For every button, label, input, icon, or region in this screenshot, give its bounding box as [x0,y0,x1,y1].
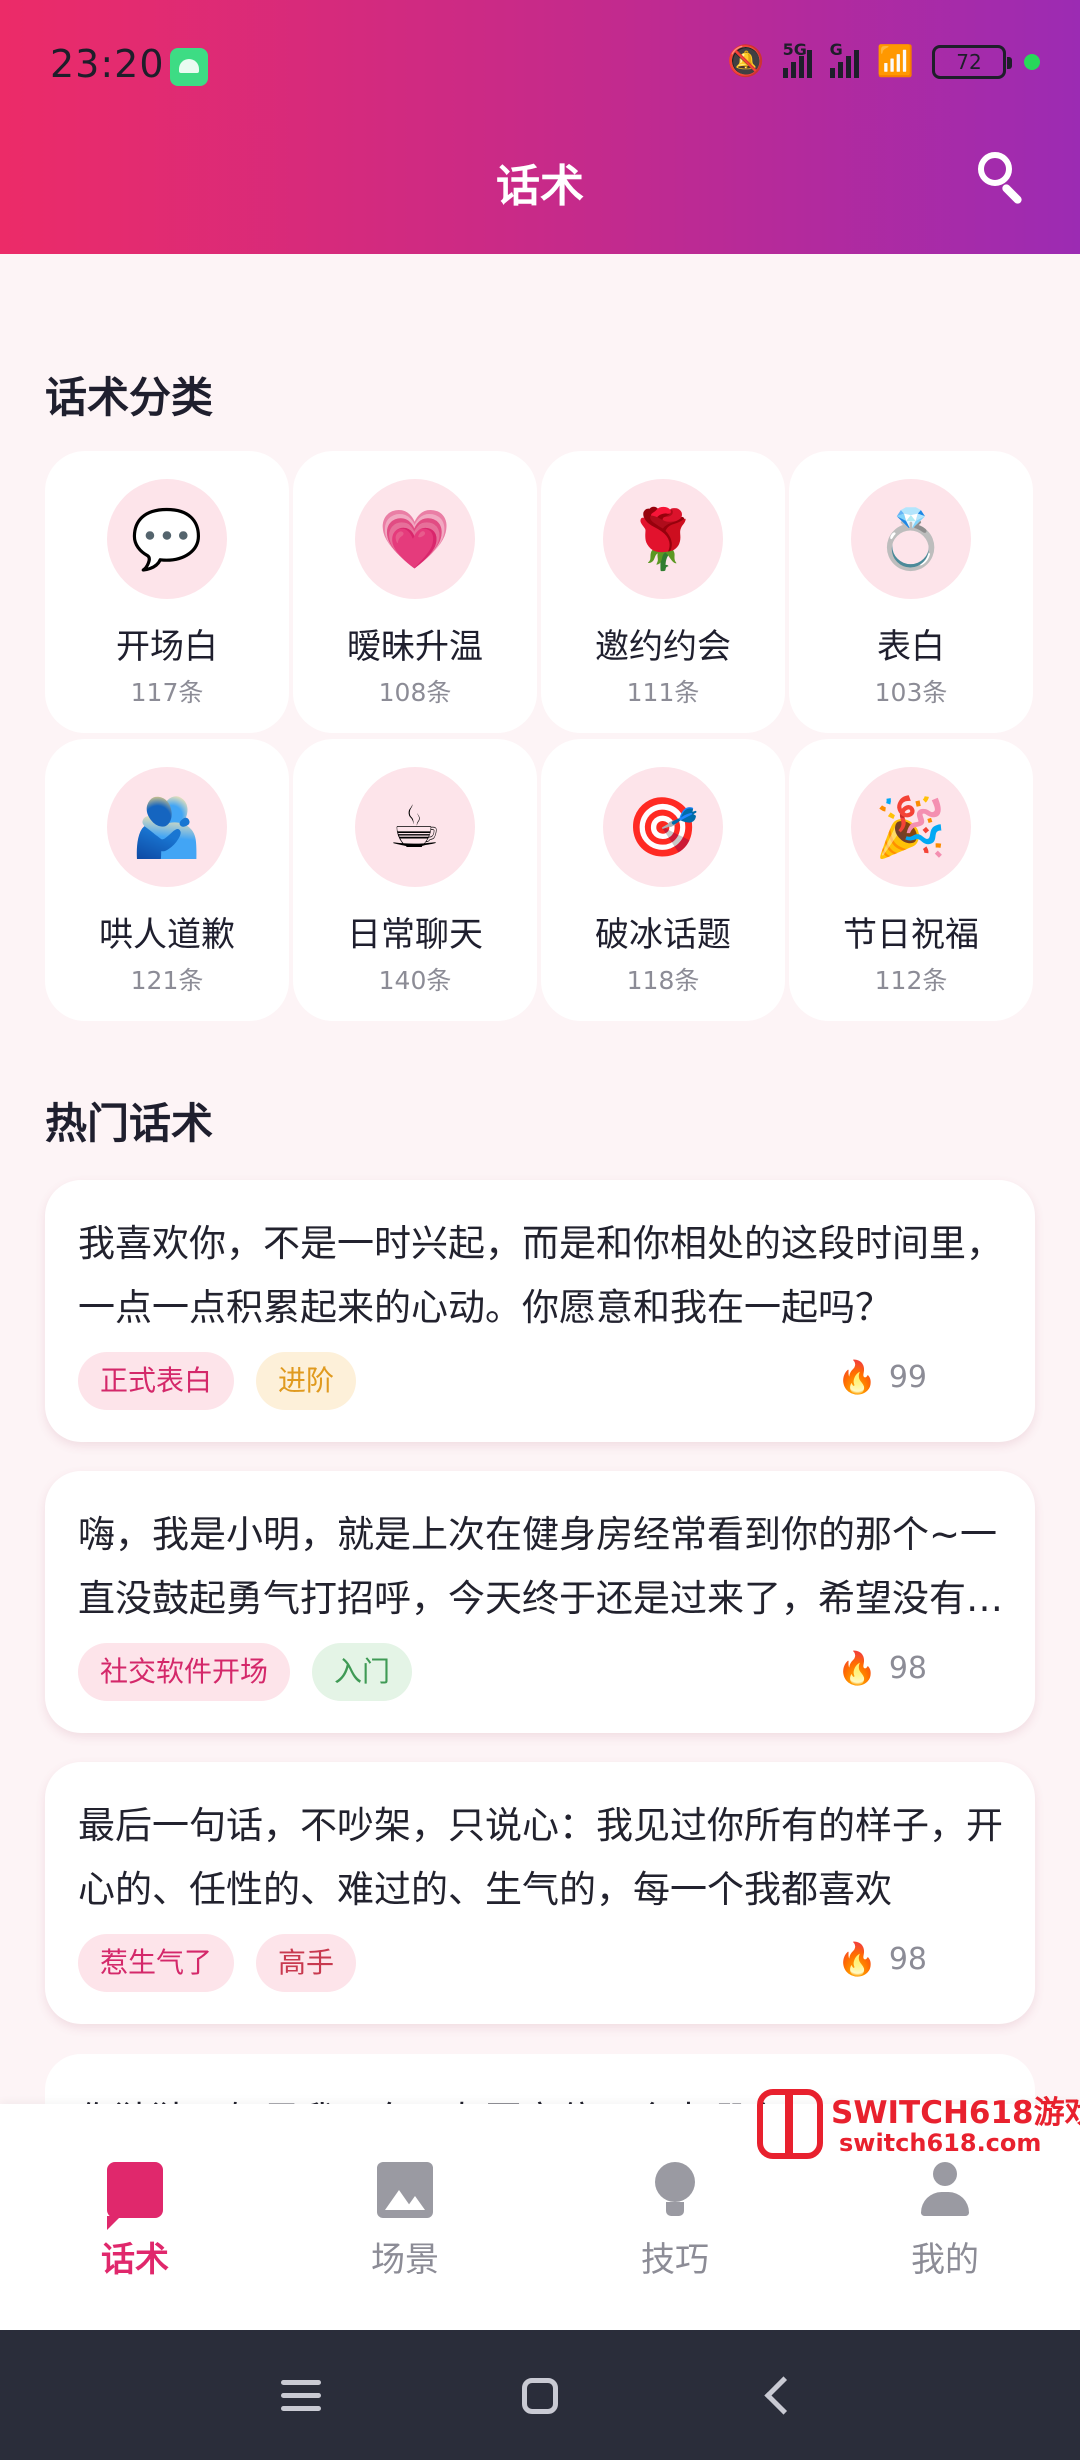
status-bar: 23:20 🔕 5G G 📶 72 [0,0,1080,135]
tag-chip[interactable]: 惹生气了 [78,1934,235,1992]
category-label: 邀约约会 [595,627,731,667]
tab-label: 技巧 [641,2240,709,2280]
category-count: 108条 [378,678,452,707]
category-count: 111条 [626,678,700,707]
watermark: SWITCH618游戏 switch618.com [757,2085,1080,2163]
tab-label: 场景 [371,2240,439,2280]
category-count: 121条 [130,966,204,995]
category-count: 117条 [130,678,204,707]
bulb-icon [647,2162,703,2218]
tab-label: 我的 [911,2240,979,2280]
watermark-url: switch618.com [839,2129,1042,2157]
fire-icon: 🔥 [836,1358,877,1396]
search-icon [978,152,1012,186]
heat-value: 98 [888,1941,927,1977]
ring-icon: 💍 [851,479,971,599]
status-icons: 🔕 5G G 📶 72 [727,40,1040,79]
watermark-title: SWITCH618游戏 [831,2095,1080,2131]
tag-chip[interactable]: 社交软件开场 [78,1643,291,1701]
category-grid: 💬 开场白 117条 💗 暧昧升温 108条 🌹 邀约约会 111条 💍 表白 … [45,451,1035,1021]
category-count: 103条 [874,678,948,707]
category-card-daily-chat[interactable]: ☕ 日常聊天 140条 [293,739,537,1021]
switch-logo-icon [757,2089,823,2159]
tip-tags: 惹生气了 高手 [78,1934,357,1992]
level-chip[interactable]: 入门 [312,1643,413,1701]
hot-tip-card[interactable]: 嗨，我是小明，就是上次在健身房经常看到你的那个~一直没鼓起勇气打招呼，今天终于还… [45,1471,1035,1733]
heat-value: 98 [888,1650,927,1686]
target-icon: 🎯 [603,767,723,887]
category-label: 暧昧升温 [347,627,483,667]
fire-icon: 🔥 [836,1649,877,1687]
signal-5g-label: 5G [782,39,807,59]
category-card-opener[interactable]: 💬 开场白 117条 [45,451,289,733]
tip-text: 最后一句话，不吵架，只说心：我见过你所有的样子，开心的、任性的、难过的、生气的，… [78,1804,1003,1911]
speech-bubble-icon: 💬 [107,479,227,599]
mute-bell-icon: 🔕 [727,44,765,79]
privacy-indicator-dot [1024,53,1040,70]
tip-tags: 社交软件开场 入门 [78,1643,413,1701]
category-label: 破冰话题 [595,915,731,955]
category-card-apology[interactable]: 🫂 哄人道歉 121条 [45,739,289,1021]
hot-section-title: 热门话术 [45,1099,214,1148]
tip-tags: 正式表白 进阶 [78,1352,357,1410]
level-chip[interactable]: 进阶 [256,1352,357,1410]
category-card-date[interactable]: 🌹 邀约约会 111条 [541,451,785,733]
rose-icon: 🌹 [603,479,723,599]
category-count: 118条 [626,966,700,995]
battery-icon: 72 [932,44,1012,79]
system-nav-bar [0,2330,1080,2460]
category-label: 哄人道歉 [99,915,235,955]
party-icon: 🎉 [851,767,971,887]
tip-text: 你猜猜，如果我开车朋友圈定位，会去哪个 [78,2090,781,2104]
category-card-flirt[interactable]: 💗 暧昧升温 108条 [293,451,537,733]
back-button[interactable] [752,2368,808,2424]
android-notification-icon [170,48,208,86]
recents-button[interactable] [273,2368,329,2424]
heat-count: 🔥 98 [837,1649,927,1687]
tag-chip[interactable]: 正式表白 [78,1352,235,1410]
coffee-icon: ☕ [355,767,475,887]
tab-scripts[interactable]: 话术 [0,2104,270,2330]
signal-g-label: G [829,39,843,59]
category-label: 表白 [877,627,945,667]
tab-label: 话术 [101,2240,169,2280]
hot-tip-card[interactable]: 我喜欢你，不是一时兴起，而是和你相处的这段时间里，一点一点积累起来的心动。你愿意… [45,1180,1035,1442]
category-label: 开场白 [116,627,218,667]
heat-count: 🔥 99 [837,1358,927,1396]
tab-scenes[interactable]: 场景 [270,2104,540,2330]
header: 23:20 🔕 5G G 📶 72 话术 [0,0,1080,254]
heart-icon: 💗 [355,479,475,599]
signal-5g-icon: 5G [782,40,812,78]
fire-icon: 🔥 [836,1940,877,1978]
status-time: 23:20 [50,42,165,86]
category-label: 节日祝福 [843,915,979,955]
category-card-confess[interactable]: 💍 表白 103条 [789,451,1033,733]
tip-text: 嗨，我是小明，就是上次在健身房经常看到你的那个~一直没鼓起勇气打招呼，今天终于还… [78,1513,1003,1620]
category-section-title: 话术分类 [45,373,214,422]
category-card-icebreaker[interactable]: 🎯 破冰话题 118条 [541,739,785,1021]
level-chip[interactable]: 高手 [256,1934,357,1992]
search-button[interactable] [976,150,1030,206]
signal-g-icon: G [829,40,859,78]
chat-icon [107,2162,163,2230]
category-count: 140条 [378,966,452,995]
tip-text: 我喜欢你，不是一时兴起，而是和你相处的这段时间里，一点一点积累起来的心动。你愿意… [78,1222,1003,1329]
user-icon [917,2162,973,2218]
category-label: 日常聊天 [347,915,483,955]
hot-tip-card[interactable]: 最后一句话，不吵架，只说心：我见过你所有的样子，开心的、任性的、难过的、生气的，… [45,1762,1035,2024]
main-content[interactable]: 话术分类 💬 开场白 117条 💗 暧昧升温 108条 🌹 邀约约会 111条 … [0,254,1080,2104]
hug-icon: 🫂 [107,767,227,887]
image-icon [377,2162,433,2218]
page-title: 话术 [496,161,584,212]
wifi-icon: 📶 [876,44,914,79]
heat-count: 🔥 98 [837,1940,927,1978]
category-card-holiday[interactable]: 🎉 节日祝福 112条 [789,739,1033,1021]
category-count: 112条 [874,966,948,995]
app-screen: 23:20 🔕 5G G 📶 72 话术 话术分类 💬 开场白 117条 💗 暧… [0,0,1080,2460]
heat-value: 99 [888,1359,927,1395]
home-button[interactable] [512,2368,568,2424]
